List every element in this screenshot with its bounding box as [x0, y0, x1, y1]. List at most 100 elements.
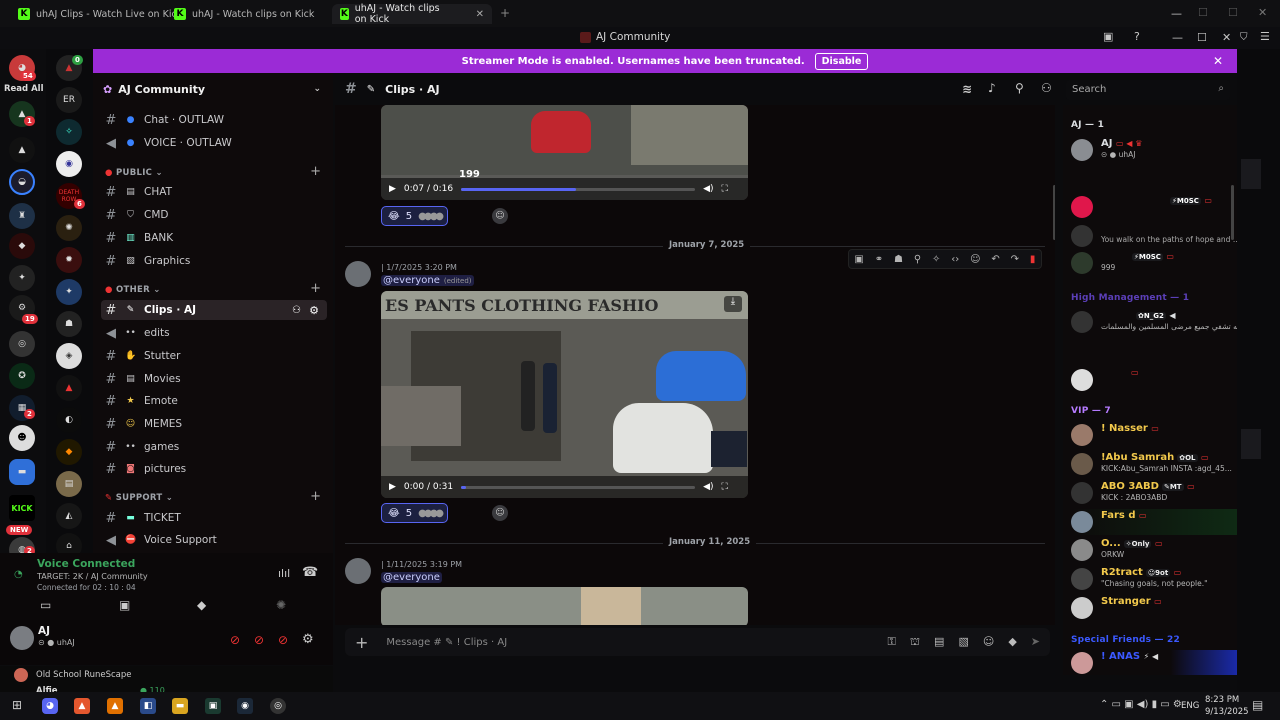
- channel-item-stutter[interactable]: # ✋ Stutter: [101, 346, 327, 366]
- server-icon[interactable]: ☻: [9, 425, 35, 451]
- video-progress[interactable]: [461, 187, 696, 191]
- app-taskbar-icon[interactable]: ▣: [205, 698, 221, 714]
- server-icon[interactable]: ✪: [9, 363, 35, 389]
- close-window-icon[interactable]: ✕: [1258, 6, 1267, 19]
- add-reaction-icon[interactable]: ☺: [492, 208, 508, 224]
- add-attachment-button[interactable]: +: [355, 633, 368, 652]
- browser-tab-1[interactable]: K uhAJ Clips - Watch Live on Kick: [10, 4, 190, 24]
- wand-icon[interactable]: ✧: [932, 254, 940, 265]
- avatar[interactable]: [10, 626, 34, 650]
- server-icon[interactable]: ◐: [56, 407, 82, 433]
- start-icon[interactable]: ⊞: [12, 698, 22, 712]
- folder-icon[interactable]: ▬: [9, 459, 35, 485]
- app-taskbar-icon[interactable]: ◎: [270, 698, 286, 714]
- server-icon[interactable]: ✦: [9, 265, 35, 291]
- close-icon[interactable]: ✕: [1222, 31, 1231, 44]
- add-reaction-icon[interactable]: ☺: [970, 254, 980, 265]
- server-icon[interactable]: ▲: [9, 137, 35, 163]
- member-item[interactable]: AJ ▭ ◀ ♛ ⊝ ● uhAJ: [1071, 137, 1237, 163]
- forward-icon[interactable]: ↷: [1011, 254, 1019, 265]
- everyone-mention[interactable]: @everyone: [381, 572, 442, 583]
- member-item[interactable]: Fars d ▭: [1071, 509, 1237, 535]
- disable-streamer-mode-button[interactable]: Disable: [814, 52, 869, 70]
- video-attachment-1[interactable]: 199 ▶ 0:07 / 0:16 ◀) ⛶: [381, 105, 748, 200]
- server-icon[interactable]: ◒: [9, 169, 35, 195]
- headset-off-icon[interactable]: ⊘: [278, 633, 288, 647]
- link-icon[interactable]: ⚭: [875, 254, 883, 265]
- close-icon[interactable]: ✕: [476, 9, 484, 20]
- send-icon[interactable]: ➤: [1031, 635, 1040, 650]
- server-icon[interactable]: ◆: [56, 439, 82, 465]
- server-icon[interactable]: ✹: [56, 247, 82, 273]
- server-icon[interactable]: ◉: [56, 151, 82, 177]
- search-input[interactable]: Search ⌕: [1066, 80, 1230, 100]
- server-icon[interactable]: ◭: [56, 503, 82, 529]
- member-item[interactable]: ▭: [1071, 367, 1237, 393]
- inbox-icon[interactable]: ▣: [1103, 30, 1113, 43]
- noise-suppression-icon[interactable]: ılıl: [278, 567, 290, 580]
- minimize-icon[interactable]: —: [1172, 31, 1183, 44]
- notification-icon[interactable]: ▤: [1252, 698, 1263, 712]
- member-item[interactable]: ABO 3ABD ✎MT ▭ KICK : 2ABO3ABD: [1071, 480, 1237, 506]
- sticker-icon[interactable]: ▧: [958, 635, 968, 650]
- maximize-icon[interactable]: ☐: [1197, 31, 1207, 44]
- add-channel-button[interactable]: +: [310, 164, 321, 179]
- reaction-pill[interactable]: 😂 5 ●●●●: [381, 206, 448, 226]
- avatar[interactable]: [345, 261, 371, 287]
- channel-item-cmd[interactable]: # ⛉ CMD: [101, 205, 327, 225]
- pin-icon[interactable]: ⚲: [914, 254, 921, 265]
- brave-taskbar-icon[interactable]: ▲: [74, 698, 90, 714]
- kick-server-icon[interactable]: KICK: [9, 495, 35, 521]
- everyone-mention[interactable]: @everyone (edited): [381, 275, 474, 286]
- file-explorer-icon[interactable]: ▬: [172, 698, 188, 714]
- server-icon[interactable]: ▤: [56, 471, 82, 497]
- member-item[interactable]: ⚡M0SC ▭ 999: [1071, 250, 1237, 276]
- category-other[interactable]: ● OTHER ⌄: [105, 285, 161, 295]
- fullscreen-icon[interactable]: ⛶: [722, 184, 728, 194]
- activity-icon[interactable]: ◆: [197, 598, 206, 612]
- reaction-pill[interactable]: 😂 5 ●●●●: [381, 503, 448, 523]
- add-channel-button[interactable]: +: [310, 489, 321, 504]
- lock-icon[interactable]: ⚿: [888, 635, 896, 650]
- channel-item-emote[interactable]: # ★ Emote: [101, 391, 327, 411]
- member-item[interactable]: You walk on the paths of hope and ...: [1071, 223, 1237, 249]
- help-icon[interactable]: ?: [1134, 30, 1140, 43]
- server-icon[interactable]: ✺: [56, 215, 82, 241]
- member-item[interactable]: ! Nasser ▭: [1071, 422, 1237, 448]
- server-icon[interactable]: ☗: [56, 311, 82, 337]
- channel-item-edits[interactable]: ◀ •• edits: [101, 323, 327, 343]
- server-header[interactable]: ✿ AJ Community ⌄: [93, 73, 333, 105]
- scrollbar[interactable]: [1053, 185, 1055, 240]
- game-icon[interactable]: ◆: [1008, 635, 1016, 650]
- video-attachment-3[interactable]: [381, 587, 748, 625]
- thread-icon[interactable]: ☗: [894, 254, 903, 265]
- camera-off-icon[interactable]: ▭: [40, 598, 51, 612]
- close-icon[interactable]: ✕: [1213, 54, 1223, 68]
- emoji-icon[interactable]: ☺: [983, 635, 994, 650]
- minimize-icon[interactable]: —: [1171, 7, 1182, 20]
- menu-icon[interactable]: ☰: [1260, 30, 1270, 43]
- threads-icon[interactable]: ≋: [962, 82, 972, 96]
- pin-icon[interactable]: ⚲: [1015, 81, 1024, 95]
- channel-item-voice-outlaw[interactable]: ◀ ● VOICE · OUTLAW: [101, 133, 327, 153]
- member-item[interactable]: !Abu Samrah ✿OL ▭ KICK:Abu_Samrah INSTA :…: [1071, 451, 1237, 477]
- members-icon[interactable]: ⚇: [1041, 81, 1052, 95]
- member-item[interactable]: O... ✧Only ▭ ORKW: [1071, 537, 1237, 563]
- code-icon[interactable]: ‹›: [951, 254, 959, 265]
- play-icon[interactable]: ▶: [389, 184, 396, 194]
- server-icon[interactable]: ◎: [9, 331, 35, 357]
- add-channel-button[interactable]: +: [310, 281, 321, 296]
- add-reaction-icon[interactable]: ☺: [492, 505, 508, 521]
- browser-tab-3-active[interactable]: K uhAJ - Watch clips on Kick ✕: [332, 3, 492, 25]
- member-item[interactable]: R2tract ☺9ot ▭ "Chasing goals, not people…: [1071, 566, 1237, 592]
- new-tab-button[interactable]: +: [500, 6, 510, 20]
- channel-item-ticket[interactable]: # ▬ TICKET: [101, 508, 327, 528]
- discord-taskbar-icon[interactable]: ◕: [42, 698, 58, 714]
- tray-icons[interactable]: ⌃ ▭ ▣ ◀) ▮ ▭ ⚙: [1100, 699, 1182, 710]
- server-icon[interactable]: ◈: [56, 343, 82, 369]
- message-composer[interactable]: + Message # ✎ ! Clips · AJ ⚿ ⛫ ▤ ▧ ☺ ◆ ➤: [345, 628, 1050, 656]
- id-icon[interactable]: ▣: [854, 254, 863, 265]
- channel-item-games[interactable]: # •• games: [101, 437, 327, 457]
- browser-tab-2[interactable]: K uhAJ - Watch clips on Kick: [166, 4, 322, 24]
- download-icon[interactable]: ⤓: [724, 296, 742, 312]
